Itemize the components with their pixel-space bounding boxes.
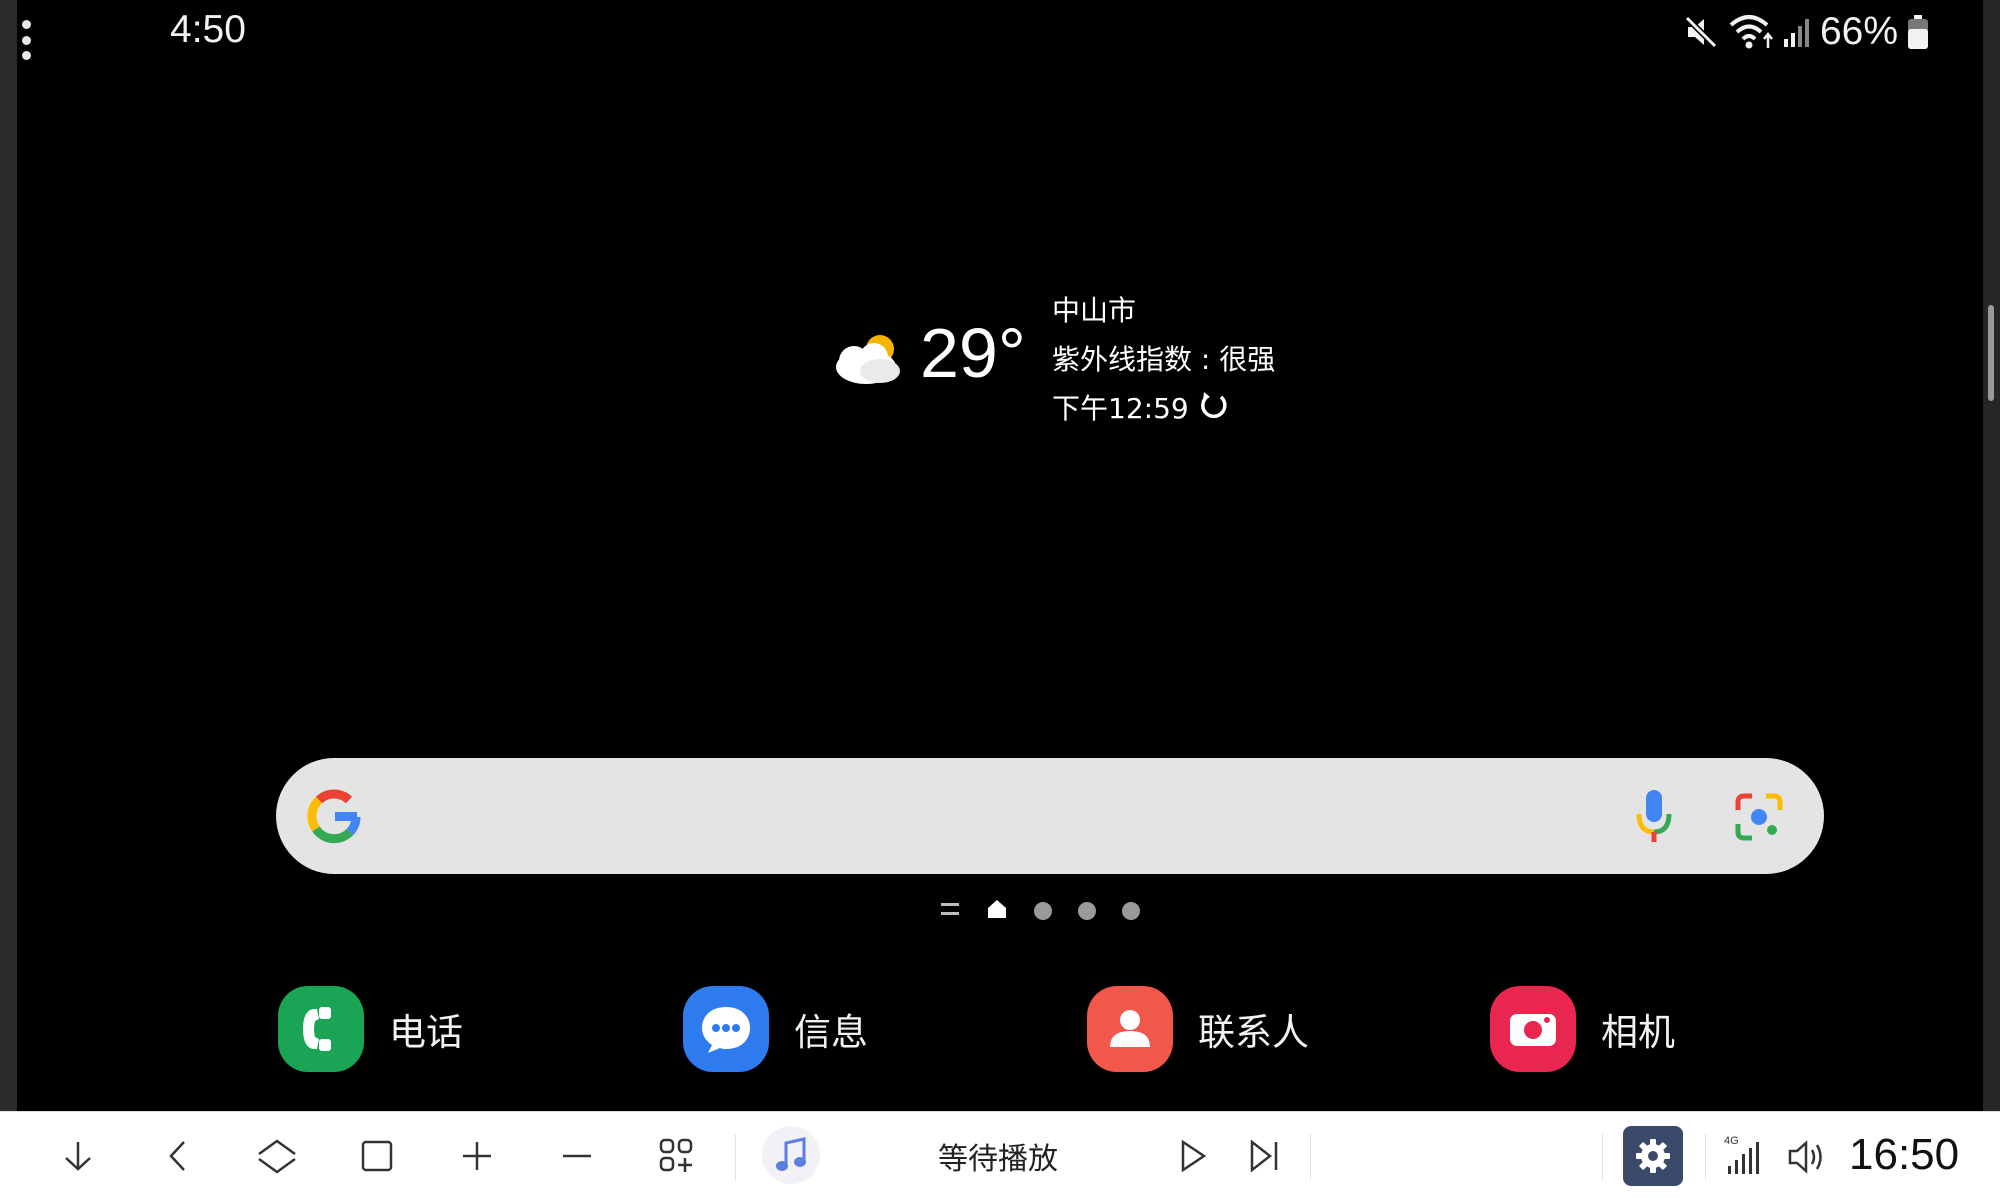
app-grid-icon[interactable] [649, 1128, 705, 1184]
music-note-icon[interactable] [762, 1126, 820, 1184]
google-lens-icon[interactable] [1734, 792, 1784, 842]
play-icon[interactable] [1164, 1128, 1220, 1184]
mute-icon [1682, 13, 1720, 51]
next-track-icon[interactable] [1236, 1128, 1292, 1184]
dock-app-label: 电话 [389, 1011, 463, 1054]
dock-app-phone[interactable]: 电话 [278, 985, 463, 1073]
camera-icon [1490, 986, 1576, 1072]
dock-app-label: 联系人 [1198, 1011, 1309, 1054]
dock-app-camera[interactable]: 相机 [1490, 985, 1675, 1073]
page-dot[interactable] [1034, 902, 1052, 920]
google-search-bar[interactable] [276, 758, 1824, 874]
weather-city: 中山市 [1052, 294, 1137, 327]
dock-app-label: 信息 [794, 1011, 868, 1054]
weather-widget[interactable]: 29° 中山市 紫外线指数 : 很强 下午12:59 [820, 285, 1300, 435]
weather-uv-index: 紫外线指数 : 很强 [1052, 343, 1276, 376]
volume-up-icon[interactable] [449, 1128, 505, 1184]
dock-app-label: 相机 [1601, 1011, 1675, 1054]
refresh-icon[interactable] [1199, 390, 1229, 424]
dock-app-contacts[interactable]: 联系人 [1087, 985, 1309, 1073]
signal-icon: 4G [1722, 1132, 1768, 1180]
home-page-icon[interactable] [986, 898, 1008, 924]
home-icon[interactable] [249, 1128, 305, 1184]
app-dock: 电话 信息 联系人 相机 [278, 985, 1728, 1073]
divider [1602, 1134, 1603, 1180]
volume-down-icon[interactable] [549, 1128, 605, 1184]
left-edge-bar [0, 0, 17, 1111]
status-icons: 66% [1682, 10, 1930, 54]
back-icon[interactable] [150, 1128, 206, 1184]
menu-page-icon[interactable] [940, 900, 960, 922]
messages-icon [683, 986, 769, 1072]
google-logo-icon [304, 786, 364, 846]
contacts-icon [1087, 986, 1173, 1072]
dock-app-messages[interactable]: 信息 [683, 985, 868, 1073]
status-time: 4:50 [170, 8, 246, 51]
wifi-icon [1728, 13, 1774, 51]
divider [1310, 1134, 1311, 1180]
divider [1705, 1134, 1706, 1180]
network-type-label: 4G [1724, 1135, 1739, 1147]
cellular-signal-icon [1782, 13, 1812, 51]
collapse-icon[interactable] [50, 1128, 106, 1184]
page-dot[interactable] [1122, 902, 1140, 920]
page-indicator [940, 898, 1140, 924]
remote-control-bar: 等待播放 4G 16:50 [0, 1111, 2000, 1200]
playback-status: 等待播放 [938, 1142, 1058, 1177]
bar-clock: 16:50 [1849, 1130, 1960, 1179]
weather-update-row: 下午12:59 [1052, 387, 1229, 427]
weather-update-time: 下午12:59 [1052, 392, 1189, 425]
volume-icon[interactable] [1786, 1136, 1828, 1178]
battery-icon [1906, 13, 1930, 51]
phone-icon [278, 986, 364, 1072]
divider [735, 1134, 736, 1180]
right-edge-bar [1983, 0, 2000, 1111]
partly-cloudy-icon [828, 327, 908, 387]
more-options-icon[interactable] [20, 20, 32, 60]
page-dot[interactable] [1078, 902, 1096, 920]
phone-screen: 4:50 66% 29° 中山市 紫外线指数: 很强 下午12:59 电话 信… [0, 0, 2000, 1111]
edge-panel-handle[interactable] [1988, 305, 1994, 401]
weather-temperature: 29° [920, 314, 1026, 392]
settings-icon[interactable] [1623, 1126, 1683, 1186]
microphone-icon[interactable] [1634, 788, 1674, 846]
battery-percentage: 66% [1819, 10, 1898, 53]
recents-icon[interactable] [349, 1128, 405, 1184]
